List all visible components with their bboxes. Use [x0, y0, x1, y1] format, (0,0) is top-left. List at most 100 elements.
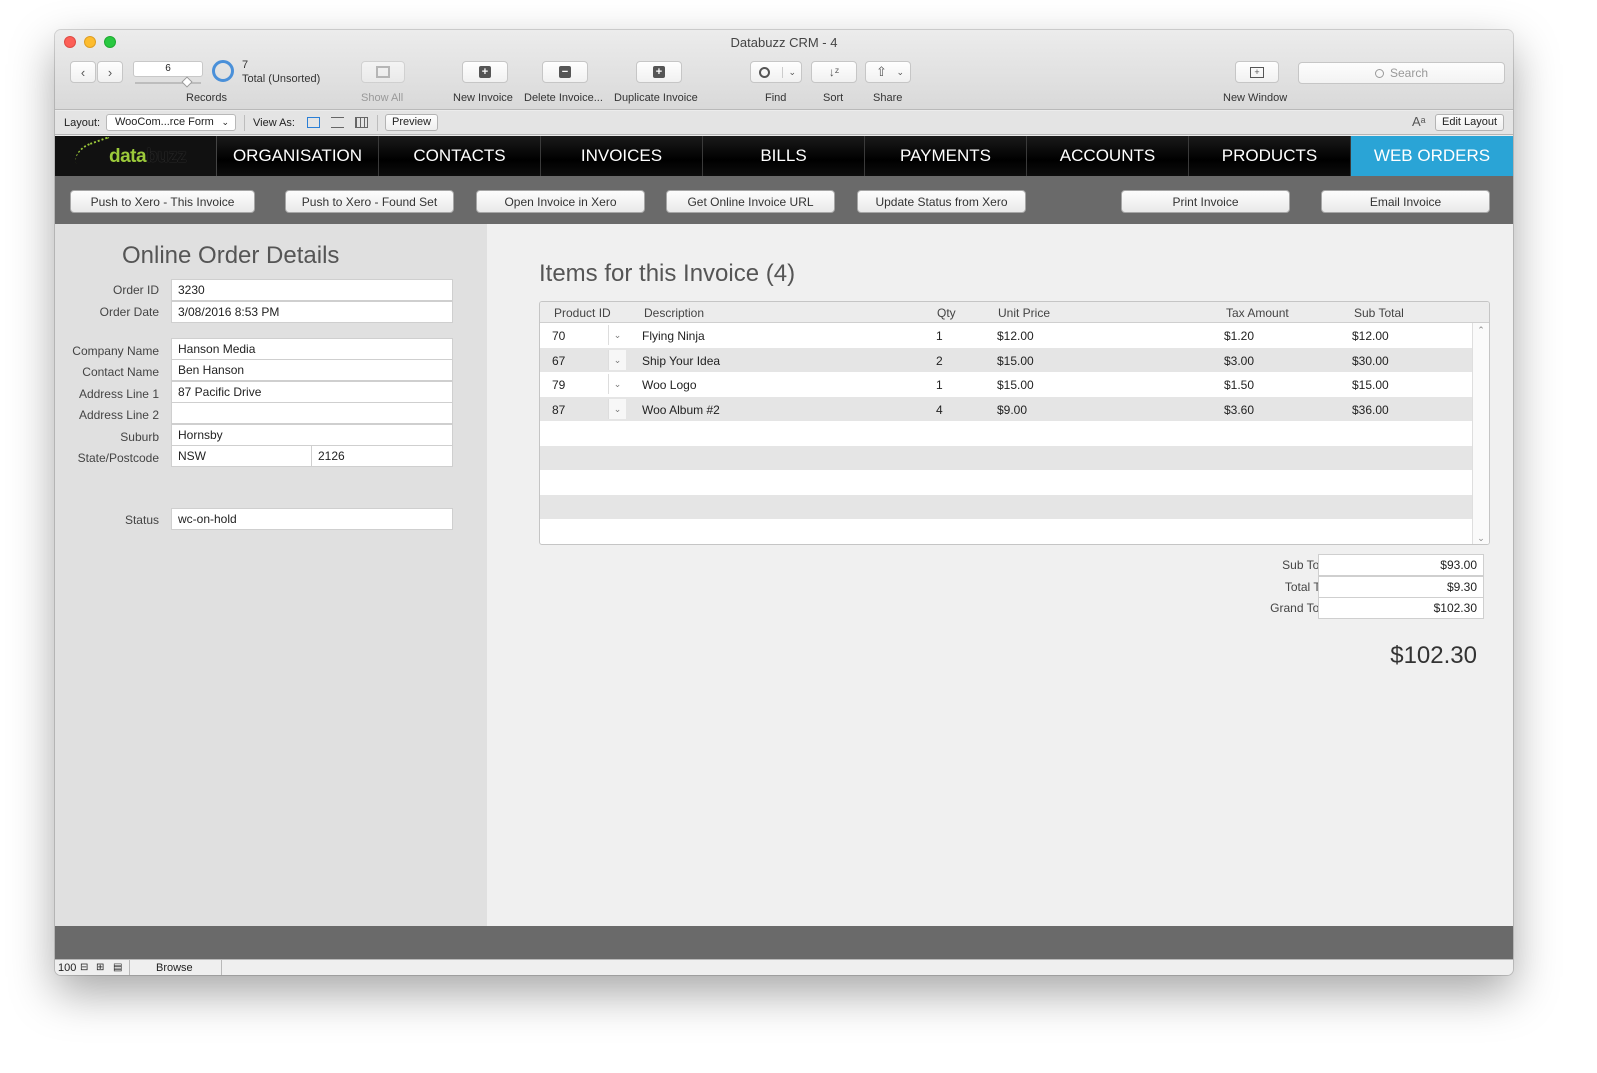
mode-indicator[interactable]: Browse [156, 962, 193, 974]
address-line-2-field[interactable] [171, 402, 453, 424]
scroll-down-icon[interactable]: ⌄ [1473, 533, 1489, 544]
tax-amount-cell: $3.60 [1224, 402, 1255, 417]
toggle-toolbar-icon[interactable]: ▤ [113, 962, 122, 973]
zoom-level[interactable]: 100 [58, 962, 76, 974]
action-bar: Push to Xero - This Invoice Push to Xero… [55, 176, 1513, 224]
description-cell[interactable]: Flying Ninja [642, 329, 705, 343]
sub-total-cell: $12.00 [1352, 329, 1389, 343]
form-view-icon[interactable] [307, 117, 320, 128]
duplicate-invoice-button[interactable]: + [636, 61, 682, 83]
order-date-field[interactable]: 3/08/2016 8:53 PM [171, 301, 453, 323]
zoom-in-icon[interactable]: ⊞ [96, 962, 104, 973]
get-online-invoice-url-button[interactable]: Get Online Invoice URL [666, 190, 835, 213]
nav-bills[interactable]: BILLS [703, 136, 865, 176]
push-to-xero-this-invoice-button[interactable]: Push to Xero - This Invoice [70, 190, 255, 213]
order-id-label: Order ID [112, 283, 159, 297]
nav-invoices[interactable]: INVOICES [541, 136, 703, 176]
product-id-cell[interactable]: 70 [552, 329, 565, 343]
previous-record-button[interactable]: ‹ [70, 61, 96, 83]
nav-contacts[interactable]: CONTACTS [379, 136, 541, 176]
empty-row[interactable] [540, 470, 1473, 495]
empty-row[interactable] [540, 494, 1473, 519]
font-size-icon[interactable]: Aᵃ [1412, 114, 1426, 129]
preview-button[interactable]: Preview [385, 114, 439, 131]
product-id-cell[interactable]: 87 [552, 403, 565, 417]
status-field[interactable]: wc-on-hold [171, 508, 453, 530]
search-icon [1374, 68, 1384, 78]
sort-button[interactable]: ↓ᶻ [811, 61, 857, 83]
print-invoice-button[interactable]: Print Invoice [1121, 190, 1290, 213]
next-record-button[interactable]: › [97, 61, 123, 83]
description-cell[interactable]: Woo Album #2 [642, 403, 720, 417]
table-row[interactable]: 70 ⌄ Flying Ninja 1 $12.00 $1.20 $12.00 [540, 323, 1473, 348]
find-button[interactable]: ⌄ [750, 61, 802, 83]
open-invoice-in-xero-button[interactable]: Open Invoice in Xero [476, 190, 645, 213]
empty-row[interactable] [540, 519, 1473, 544]
empty-row[interactable] [540, 421, 1473, 446]
unit-price-cell[interactable]: $12.00 [997, 329, 1034, 343]
nav-products[interactable]: PRODUCTS [1189, 136, 1351, 176]
new-window-button[interactable]: + [1235, 61, 1279, 83]
list-view-icon[interactable] [331, 117, 344, 128]
chevron-down-icon[interactable]: ⌄ [608, 398, 626, 419]
contact-name-field[interactable]: Ben Hanson [171, 359, 453, 381]
chevron-down-icon[interactable]: ⌄ [608, 325, 626, 345]
state-field[interactable]: NSW [171, 445, 312, 467]
empty-row[interactable] [540, 445, 1473, 470]
delete-invoice-button[interactable]: − [542, 61, 588, 83]
current-record-field[interactable]: 6 [133, 61, 203, 77]
description-cell[interactable]: Ship Your Idea [642, 354, 720, 368]
show-all-button[interactable] [361, 61, 405, 83]
description-cell[interactable]: Woo Logo [642, 378, 697, 392]
find-label: Find [765, 92, 787, 104]
record-slider-knob[interactable] [181, 76, 193, 88]
order-id-field[interactable]: 3230 [171, 279, 453, 301]
duplicate-invoice-label: Duplicate Invoice [614, 92, 698, 104]
unit-price-cell[interactable]: $15.00 [997, 354, 1034, 368]
nav-accounts[interactable]: ACCOUNTS [1027, 136, 1189, 176]
address-line-1-field[interactable]: 87 Pacific Drive [171, 381, 453, 403]
nav-web-orders[interactable]: WEB ORDERS [1351, 136, 1513, 176]
nav-payments[interactable]: PAYMENTS [865, 136, 1027, 176]
share-button[interactable]: ⇧ ⌄ [865, 61, 911, 83]
minus-square-icon: − [559, 66, 571, 78]
scroll-up-icon[interactable]: ⌃ [1473, 325, 1489, 336]
column-header: Sub Total [1354, 306, 1404, 320]
unit-price-cell[interactable]: $15.00 [997, 378, 1034, 392]
items-title: Items for this Invoice (4) [539, 260, 796, 287]
layout-select[interactable]: WooCom...rce Form ⌄ [106, 114, 236, 131]
email-invoice-button[interactable]: Email Invoice [1321, 190, 1490, 213]
view-as-label: View As: [253, 117, 295, 129]
update-status-from-xero-button[interactable]: Update Status from Xero [857, 190, 1026, 213]
product-id-cell[interactable]: 67 [552, 354, 565, 368]
chevron-down-icon[interactable]: ⌄ [608, 349, 626, 370]
qty-cell[interactable]: 2 [936, 354, 943, 368]
new-window-label: New Window [1223, 92, 1288, 104]
zoom-out-icon[interactable]: ⊟ [80, 962, 88, 973]
state-postcode-label: State/Postcode [77, 451, 159, 465]
search-icon [759, 66, 770, 78]
push-to-xero-found-set-button[interactable]: Push to Xero - Found Set [285, 190, 454, 213]
layout-select-value: WooCom...rce Form [115, 116, 214, 128]
record-progress-icon [212, 60, 234, 82]
new-invoice-button[interactable]: + [462, 61, 508, 83]
qty-cell[interactable]: 1 [936, 378, 943, 392]
qty-cell[interactable]: 1 [936, 329, 943, 343]
postcode-field[interactable]: 2126 [311, 445, 453, 467]
table-row[interactable]: 87 ⌄ Woo Album #2 4 $9.00 $3.60 $36.00 [540, 396, 1473, 421]
column-header: Description [644, 306, 705, 320]
product-id-cell[interactable]: 79 [552, 378, 565, 392]
suburb-field[interactable]: Hornsby [171, 424, 453, 446]
qty-cell[interactable]: 4 [936, 403, 943, 417]
table-row[interactable]: 79 ⌄ Woo Logo 1 $15.00 $1.50 $15.00 [540, 372, 1473, 397]
portal-scrollbar[interactable]: ⌃ ⌄ [1472, 323, 1489, 544]
nav-organisation[interactable]: ORGANISATION [217, 136, 379, 176]
unit-price-cell[interactable]: $9.00 [997, 403, 1027, 417]
table-view-icon[interactable] [355, 117, 368, 128]
items-portal: Product ID Description Qty Unit Price Ta… [539, 301, 1490, 545]
edit-layout-button[interactable]: Edit Layout [1435, 114, 1505, 131]
company-name-field[interactable]: Hanson Media [171, 338, 453, 360]
search-input[interactable]: Search [1298, 62, 1505, 84]
chevron-down-icon[interactable]: ⌄ [608, 374, 626, 394]
table-row[interactable]: 67 ⌄ Ship Your Idea 2 $15.00 $3.00 $30.0… [540, 347, 1473, 372]
